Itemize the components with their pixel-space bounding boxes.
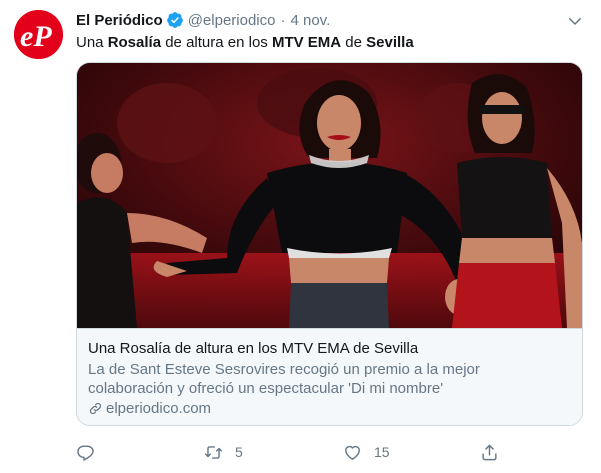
retweet-count: 5: [235, 444, 243, 460]
tweet-text-bold-sevilla: Sevilla: [366, 34, 414, 51]
tweet-actions: 5 15: [76, 440, 583, 464]
author-handle[interactable]: @elperiodico: [188, 12, 276, 29]
tweet-text: Una Rosalía de altura en los MTV EMA de …: [76, 34, 414, 51]
tweet-timestamp[interactable]: 4 nov.: [290, 12, 330, 29]
heart-icon: [345, 445, 360, 460]
card-description: La de Sant Esteve Sesrovires recogió un …: [88, 361, 480, 397]
separator-dot: ·: [280, 11, 286, 29]
author-name[interactable]: El Periódico: [76, 12, 163, 29]
verified-badge-icon: [166, 11, 184, 29]
retweet-button[interactable]: 5: [204, 440, 243, 464]
avatar[interactable]: eP: [14, 10, 63, 59]
link-icon: [89, 402, 102, 415]
share-icon: [482, 444, 497, 460]
reply-icon: [77, 444, 94, 461]
card-domain[interactable]: elperiodico.com: [88, 399, 211, 418]
card-body[interactable]: Una Rosalía de altura en los MTV EMA de …: [77, 329, 582, 425]
avatar-logo-text: eP: [20, 20, 52, 53]
card-title[interactable]: Una Rosalía de altura en los MTV EMA de …: [88, 339, 418, 358]
card-domain-text: elperiodico.com: [106, 400, 212, 417]
tweet[interactable]: eP El Periódico @elperiodico · 4 nov. Un…: [0, 0, 601, 473]
tweet-text-bold-rosalia: Rosalía: [107, 34, 162, 51]
link-card[interactable]: Una Rosalía de altura en los MTV EMA de …: [76, 62, 583, 426]
share-button[interactable]: [480, 440, 499, 464]
retweet-icon: [204, 445, 223, 459]
chevron-down-icon[interactable]: [566, 12, 584, 30]
tweet-header: El Periódico @elperiodico · 4 nov.: [76, 10, 330, 30]
reply-button[interactable]: [76, 440, 107, 464]
like-count: 15: [374, 444, 390, 460]
tweet-text-bold-mtv-ema: MTV EMA: [271, 34, 342, 51]
card-image[interactable]: [77, 63, 582, 328]
like-button[interactable]: 15: [343, 440, 390, 464]
